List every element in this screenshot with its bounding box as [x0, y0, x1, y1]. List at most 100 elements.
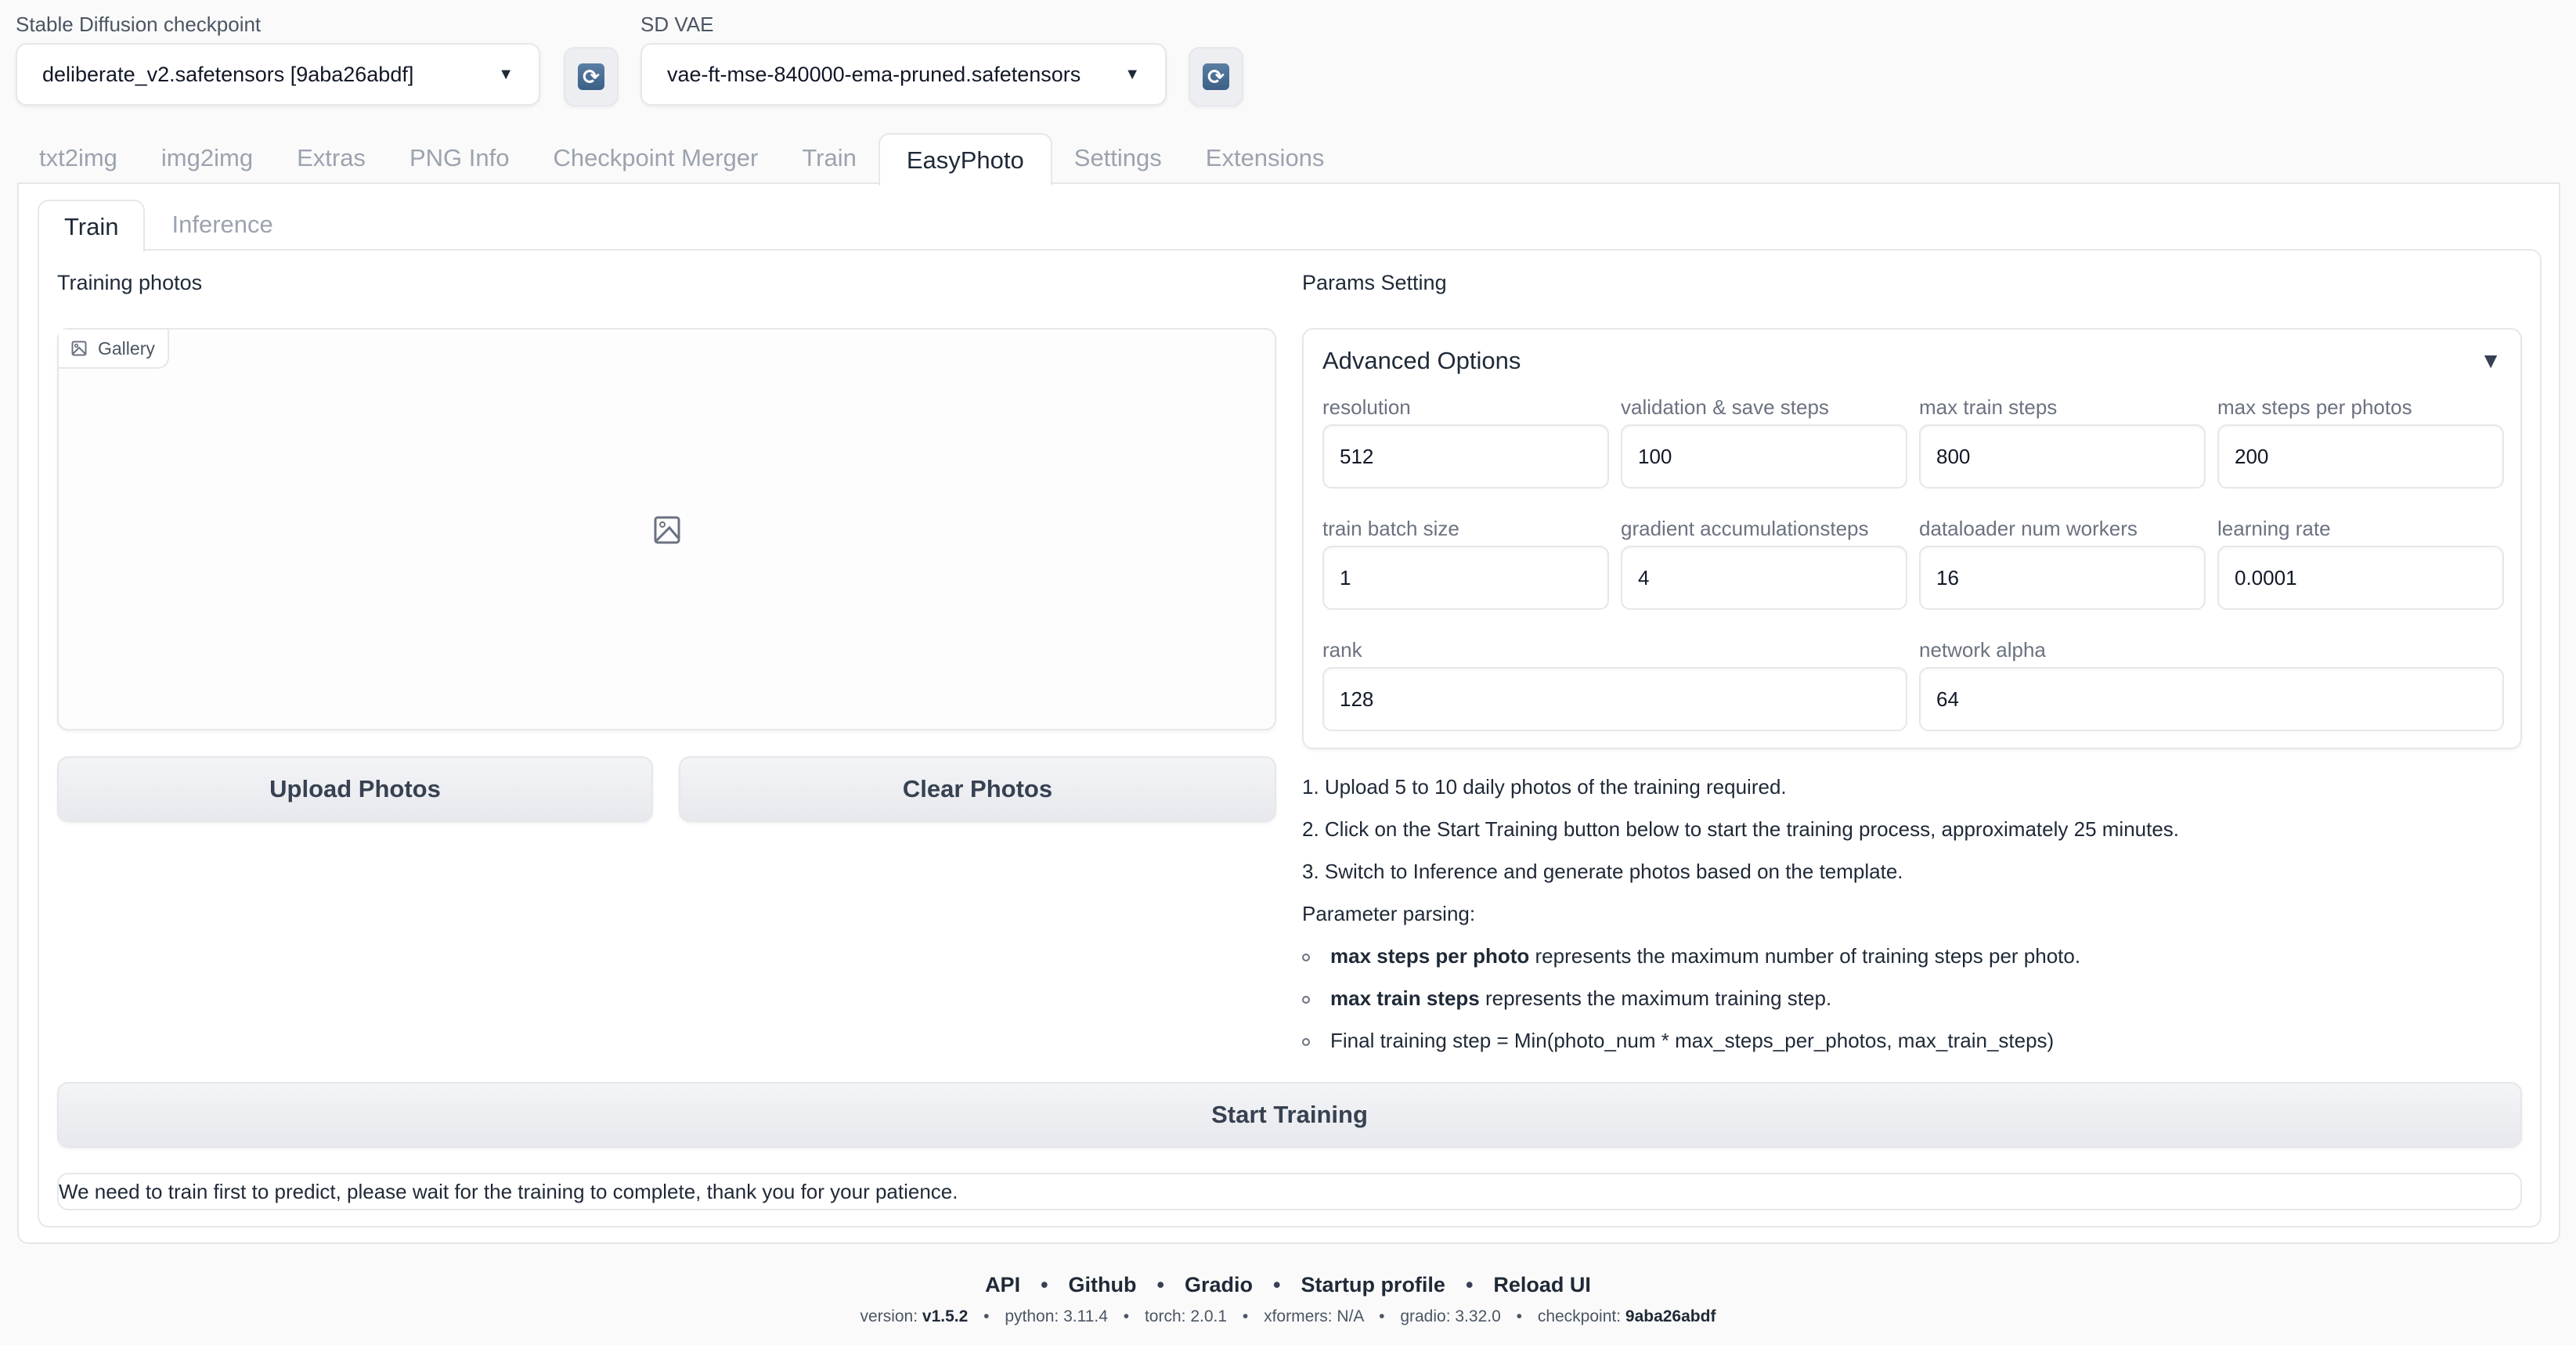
upload-photos-button[interactable]: Upload Photos — [57, 756, 653, 822]
tab-settings[interactable]: Settings — [1052, 132, 1184, 184]
tab-train[interactable]: Train — [780, 132, 878, 184]
refresh-vae-button[interactable]: ⟳ — [1189, 47, 1243, 106]
tab-img2img[interactable]: img2img — [139, 132, 275, 184]
dataloader-num-workers-label: dataloader num workers — [1919, 517, 2138, 540]
max-steps-per-photos-label: max steps per photos — [2217, 395, 2412, 419]
separator: • — [1041, 1273, 1048, 1296]
rank-input[interactable]: 128 — [1322, 667, 1907, 731]
separator: • — [1379, 1307, 1385, 1325]
subtab-train[interactable]: Train — [38, 200, 146, 252]
python-value: 3.11.4 — [1063, 1307, 1108, 1325]
training-photos-label: Training photos — [57, 271, 203, 294]
param-description: Final training step = Min(photo_num * ma… — [1330, 1029, 2055, 1052]
learning-rate-label: learning rate — [2217, 517, 2331, 540]
separator: • — [1516, 1307, 1522, 1325]
chevron-down-icon: ▼ — [498, 65, 514, 83]
network-alpha-input[interactable]: 64 — [1919, 667, 2504, 731]
start-training-button[interactable]: Start Training — [57, 1082, 2522, 1148]
checkpoint-key: checkpoint: — [1537, 1307, 1625, 1325]
param-name: max steps per photo — [1330, 944, 1530, 968]
bullet-icon — [1302, 954, 1310, 962]
python-key: python: — [1005, 1307, 1064, 1325]
tab-checkpoint-merger[interactable]: Checkpoint Merger — [531, 132, 780, 184]
gallery-dropzone[interactable]: Gallery — [57, 328, 1276, 730]
gradient-accumulation-steps-input[interactable]: 4 — [1621, 546, 1907, 610]
image-placeholder-icon — [654, 516, 680, 544]
version-key: version: — [860, 1307, 922, 1325]
advanced-options-accordion: Advanced Options ▼ resolution 512 valida… — [1302, 328, 2522, 749]
separator: • — [983, 1307, 990, 1325]
torch-key: torch: — [1144, 1307, 1191, 1325]
xformers-key: xformers: — [1264, 1307, 1337, 1325]
main-tab-bar: txt2img img2img Extras PNG Info Checkpoi… — [17, 132, 1347, 186]
status-message: We need to train first to predict, pleas… — [59, 1179, 958, 1203]
footer-link-api[interactable]: API — [985, 1273, 1020, 1297]
param-bullet: max steps per photo represents the maxim… — [1302, 944, 2080, 968]
footer-link-reload-ui[interactable]: Reload UI — [1493, 1273, 1591, 1297]
separator: • — [1272, 1273, 1281, 1296]
validation-save-steps-input[interactable]: 100 — [1621, 424, 1907, 489]
bullet-icon — [1302, 1038, 1310, 1047]
param-description: represents the maximum number of trainin… — [1529, 944, 2081, 968]
bullet-icon — [1302, 996, 1310, 1004]
learning-rate-input[interactable]: 0.0001 — [2217, 546, 2504, 610]
separator: • — [1123, 1307, 1130, 1325]
checkpoint-label: Stable Diffusion checkpoint — [16, 13, 262, 36]
gradient-accumulation-steps-label: gradient accumulationsteps — [1621, 517, 1869, 540]
refresh-icon: ⟳ — [1203, 63, 1229, 90]
instruction-step-3: 3. Switch to Inference and generate phot… — [1302, 860, 1903, 883]
footer-link-startup-profile[interactable]: Startup profile — [1301, 1273, 1445, 1297]
instruction-step-1: 1. Upload 5 to 10 daily photos of the tr… — [1302, 775, 1787, 799]
vae-value: vae-ft-mse-840000-ema-pruned.safetensors — [667, 62, 1081, 86]
param-bullet: max train steps represents the maximum t… — [1302, 986, 1831, 1011]
chevron-down-icon: ▼ — [1124, 65, 1140, 83]
train-batch-size-input[interactable]: 1 — [1322, 546, 1609, 610]
tab-easyphoto[interactable]: EasyPhoto — [878, 133, 1052, 186]
subtab-inference[interactable]: Inference — [145, 199, 299, 251]
param-name: max train steps — [1330, 986, 1480, 1010]
instruction-step-2: 2. Click on the Start Training button be… — [1302, 817, 2180, 841]
param-description: represents the maximum training step. — [1479, 986, 1832, 1010]
gallery-tag-label: Gallery — [98, 337, 155, 359]
tab-png-info[interactable]: PNG Info — [388, 132, 532, 184]
resolution-label: resolution — [1322, 395, 1411, 419]
clear-photos-button[interactable]: Clear Photos — [679, 756, 1276, 822]
torch-value: 2.0.1 — [1190, 1307, 1228, 1325]
checkpoint-dropdown[interactable]: deliberate_v2.safetensors [9aba26abdf] ▼ — [16, 43, 540, 106]
resolution-input[interactable]: 512 — [1322, 424, 1609, 489]
checkpoint-value: deliberate_v2.safetensors [9aba26abdf] — [42, 62, 414, 86]
separator: • — [1242, 1307, 1249, 1325]
footer-link-github[interactable]: Github — [1069, 1273, 1137, 1297]
separator: • — [1465, 1273, 1474, 1296]
tab-txt2img[interactable]: txt2img — [17, 132, 139, 184]
separator: • — [1156, 1273, 1164, 1296]
tab-extras[interactable]: Extras — [275, 132, 388, 184]
tab-extensions[interactable]: Extensions — [1184, 132, 1347, 184]
xformers-value: N/A — [1337, 1307, 1364, 1325]
parameter-parsing-title: Parameter parsing: — [1302, 902, 1476, 925]
version-value: v1.5.2 — [922, 1307, 969, 1325]
vae-dropdown[interactable]: vae-ft-mse-840000-ema-pruned.safetensors… — [640, 43, 1167, 106]
footer-versions: version: v1.5.2 • python: 3.11.4 • torch… — [0, 1307, 2576, 1326]
checkpoint-value: 9aba26abdf — [1625, 1307, 1716, 1325]
params-setting-label: Params Setting — [1302, 271, 1447, 294]
gallery-tag: Gallery — [59, 330, 169, 369]
footer-links: API • Github • Gradio • Startup profile … — [0, 1273, 2576, 1297]
footer-link-gradio[interactable]: Gradio — [1185, 1273, 1253, 1297]
sub-tab-bar: Train Inference — [38, 199, 300, 252]
rank-label: rank — [1322, 638, 1362, 662]
advanced-options-title[interactable]: Advanced Options — [1322, 347, 1521, 375]
gradio-key: gradio: — [1400, 1307, 1456, 1325]
collapse-toggle-icon[interactable]: ▼ — [2480, 348, 2502, 373]
refresh-checkpoint-button[interactable]: ⟳ — [564, 47, 619, 106]
max-train-steps-input[interactable]: 800 — [1919, 424, 2206, 489]
status-output: We need to train first to predict, pleas… — [57, 1173, 2522, 1210]
gradio-value: 3.32.0 — [1455, 1307, 1501, 1325]
param-bullet: Final training step = Min(photo_num * ma… — [1302, 1029, 2054, 1053]
refresh-icon: ⟳ — [578, 63, 604, 90]
validation-save-steps-label: validation & save steps — [1621, 395, 1829, 419]
max-steps-per-photos-input[interactable]: 200 — [2217, 424, 2504, 489]
vae-label: SD VAE — [640, 13, 714, 36]
max-train-steps-label: max train steps — [1919, 395, 2058, 419]
dataloader-num-workers-input[interactable]: 16 — [1919, 546, 2206, 610]
